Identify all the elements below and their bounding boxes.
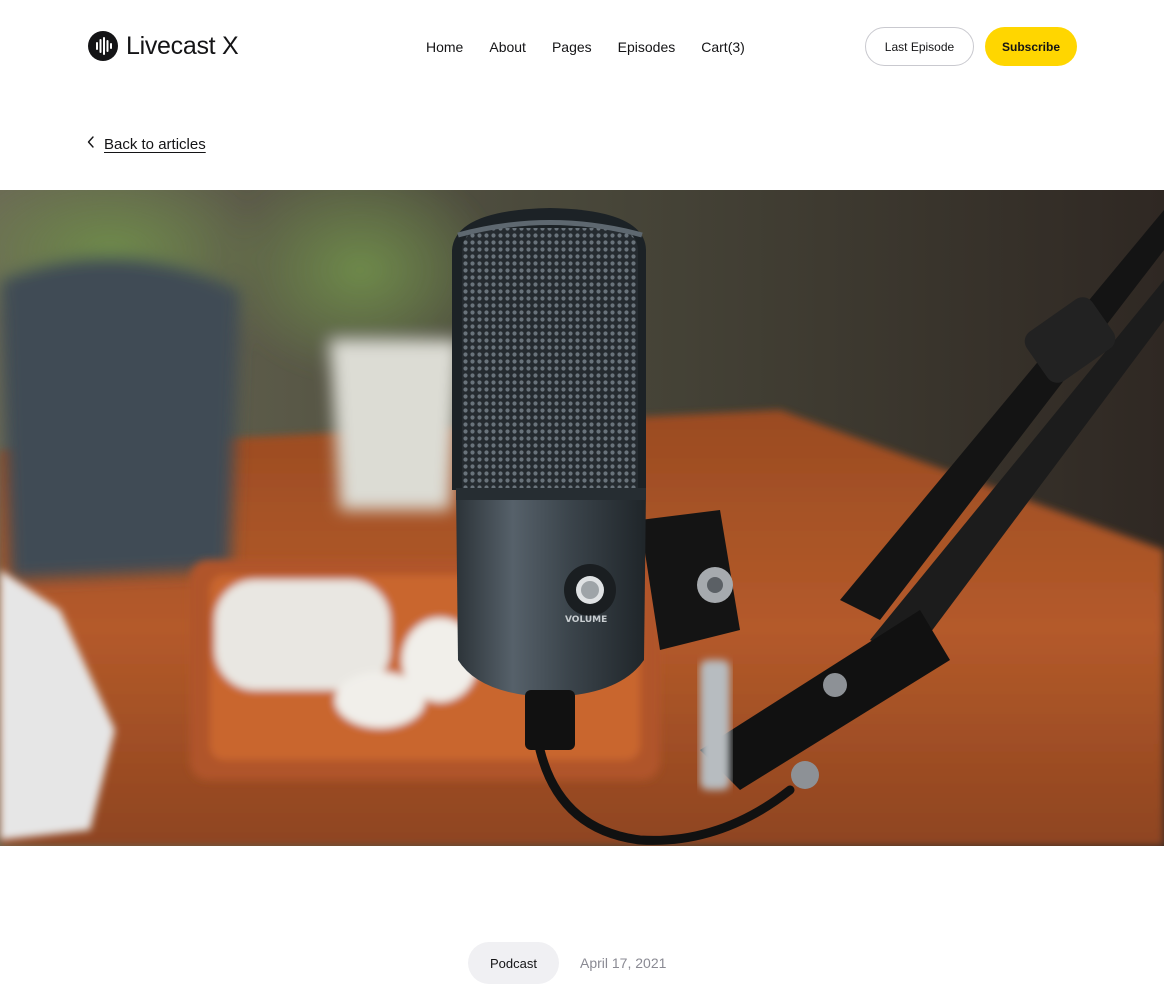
category-tag[interactable]: Podcast xyxy=(468,942,559,984)
nav-episodes[interactable]: Episodes xyxy=(618,38,676,56)
main-nav: Home About Pages Episodes Cart(3) xyxy=(426,38,745,56)
last-episode-button[interactable]: Last Episode xyxy=(865,27,974,66)
brand-name: Livecast X xyxy=(126,31,239,60)
back-to-articles-link[interactable]: Back to articles xyxy=(86,133,206,155)
nav-home[interactable]: Home xyxy=(426,38,463,56)
site-header: Livecast X Home About Pages Episodes Car… xyxy=(0,0,1164,94)
hero-image: VOLUME xyxy=(0,190,1164,846)
nav-about[interactable]: About xyxy=(489,38,526,56)
nav-pages[interactable]: Pages xyxy=(552,38,592,56)
nav-cart[interactable]: Cart(3) xyxy=(701,38,745,56)
back-link-label: Back to articles xyxy=(104,135,206,153)
svg-text:VOLUME: VOLUME xyxy=(565,615,607,625)
chevron-left-icon xyxy=(86,135,96,154)
microphone-photo: VOLUME xyxy=(0,190,1164,846)
sound-wave-icon xyxy=(88,31,118,61)
publish-date: April 17, 2021 xyxy=(580,955,667,971)
logo-link[interactable]: Livecast X xyxy=(88,30,239,62)
subscribe-button[interactable]: Subscribe xyxy=(985,27,1077,66)
